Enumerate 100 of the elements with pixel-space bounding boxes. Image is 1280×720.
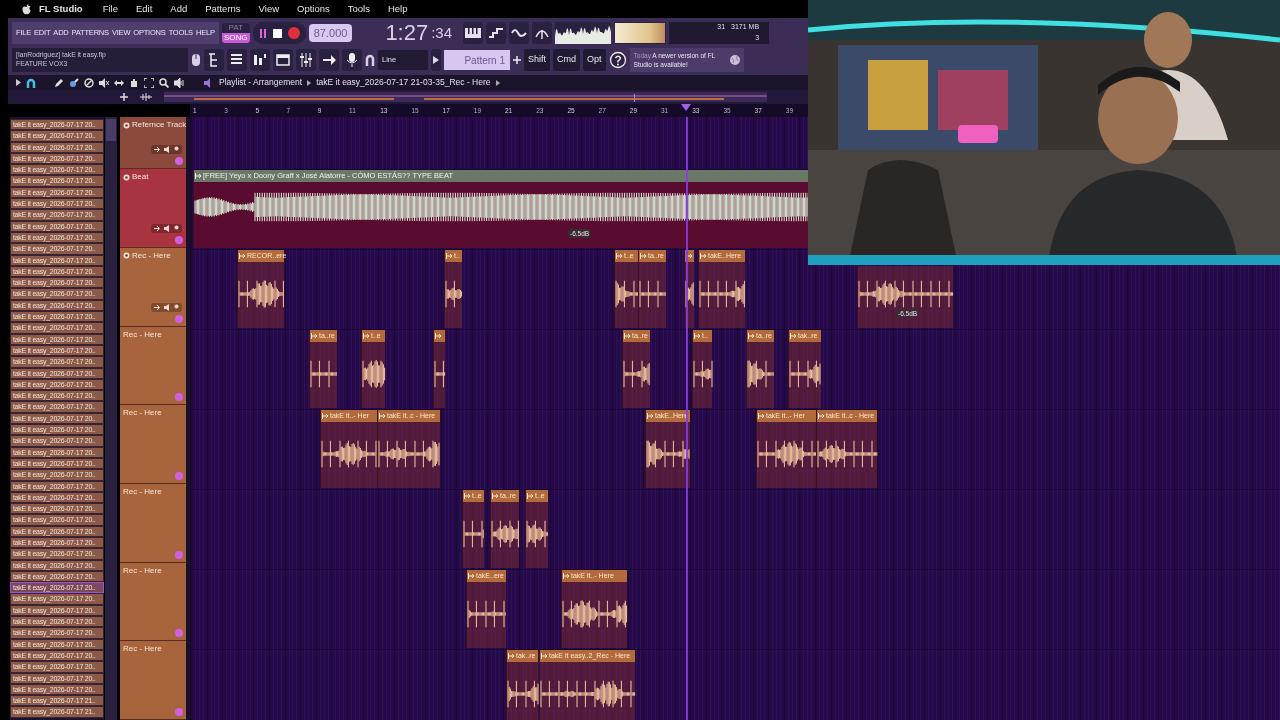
track-dot[interactable] [175,471,183,480]
track-dot[interactable] [175,550,183,559]
input-icon[interactable] [154,303,161,311]
chevron-icon [495,79,500,86]
radio-icon[interactable] [123,173,130,181]
volume-meter [614,22,667,44]
speaker-icon[interactable] [174,77,184,88]
mode-toggle[interactable]: SONG [221,33,250,43]
arrow-icon[interactable] [321,52,337,68]
record-dot-icon[interactable] [174,146,179,152]
time-seconds: :34 [431,23,453,43]
speaker-icon[interactable] [164,224,171,232]
app-menu[interactable]: FL Studio [39,1,83,17]
track-dot[interactable] [175,393,183,402]
input-icon[interactable] [154,224,161,232]
plus-icon[interactable] [513,56,521,64]
menu-item[interactable]: Tools [347,1,370,17]
bars-icon[interactable] [252,52,268,68]
pencil-icon[interactable] [54,77,64,88]
record-dot-icon[interactable] [174,303,179,309]
track-name: Rec - Here [123,643,162,656]
track-header[interactable]: Rec - Here [120,483,186,563]
breadcrumb-link[interactable]: takE it easy_2026-07-17 21-03-35_Rec - Here [316,76,491,89]
antenna-icon[interactable] [534,27,551,39]
window-icon[interactable] [275,52,291,68]
track-header[interactable]: Rec - Here [120,562,186,642]
menu-item[interactable]: Help [387,1,408,17]
waveform-drawing [491,520,520,548]
clip-icon [508,653,515,659]
menu-item[interactable]: Add [170,1,188,17]
radio-icon[interactable] [123,121,130,129]
modifier-key[interactable]: Shift [524,49,550,71]
playlist-title: Playlist - Arrangement [219,76,303,89]
help-icon[interactable] [608,51,627,69]
wave-icon[interactable] [140,93,152,101]
input-icon[interactable] [154,146,161,154]
track-header[interactable]: Refernce Track [120,117,186,170]
brush-icon[interactable] [69,77,79,88]
wave-icon[interactable] [511,27,528,39]
pattern-selector[interactable]: Pattern 1 [444,50,510,70]
track-name: Rec - Here [132,249,171,262]
slip-icon[interactable] [114,77,124,88]
play-arrow-icon[interactable] [433,56,439,64]
modifier-key[interactable]: Opt [583,49,606,71]
menu-item[interactable]: Edit [135,1,153,17]
tempo-field[interactable]: 87.000 [308,24,353,42]
waveform-drawing [623,360,651,388]
audio-clip[interactable] [433,330,445,408]
track-header[interactable]: Rec - Here [120,641,186,720]
magnet-icon[interactable] [365,54,375,66]
mute-icon[interactable] [99,77,109,88]
time-display: 1:27 [385,22,429,44]
track-dot[interactable] [175,235,183,244]
menu-item[interactable]: Patterns [205,1,241,17]
plus-icon[interactable] [120,93,128,101]
waveform-drawing [362,360,386,388]
track-header[interactable]: Rec - Here [120,405,186,484]
microphone-icon[interactable] [344,52,360,68]
track-dot[interactable] [175,157,183,166]
waveform-drawing [699,280,746,308]
waveform-drawing [378,440,441,468]
stop-icon[interactable] [272,28,282,38]
clip-icon [700,253,707,259]
track-name: Rec - Here [123,328,162,341]
track-header[interactable]: Rec - Here [120,247,186,327]
expand-icon[interactable] [16,79,21,86]
speaker-icon[interactable] [164,146,171,154]
radio-icon[interactable] [123,252,130,260]
modifier-key[interactable]: Cmd [553,49,581,71]
apple-icon[interactable] [22,3,31,15]
mouse-icon [191,53,201,67]
clip-icon [527,493,534,499]
track-header[interactable]: Rec - Here [120,326,186,406]
record-dot-icon[interactable] [174,224,179,230]
magnet-icon[interactable] [26,77,36,88]
mode-toggle[interactable]: PAT [221,23,250,33]
mixer-icon[interactable] [298,52,314,68]
track-dot[interactable] [175,629,183,638]
menu-item[interactable]: File [102,1,118,17]
scrollbar-thumb[interactable] [106,119,116,141]
select-icon[interactable] [144,77,154,88]
no-icon[interactable] [84,77,94,88]
hand-icon[interactable] [129,77,139,88]
record-icon[interactable] [287,27,300,39]
menu-item[interactable]: Options [297,1,330,17]
menu-item[interactable]: View [258,1,280,17]
clip-icon [616,253,623,259]
waveform-drawing [445,280,463,308]
clip-icon [640,253,647,259]
globe-icon[interactable] [729,55,740,65]
track-dot[interactable] [175,707,183,716]
step-icon[interactable] [488,27,505,39]
track-dot[interactable] [175,314,183,323]
zoom-icon[interactable] [159,77,169,88]
waveform-drawing [310,360,338,388]
clip-icon [464,493,471,499]
pause-icon[interactable] [258,28,267,38]
chevron-icon [307,79,312,86]
keyboard-icon[interactable] [465,28,482,38]
track-header[interactable]: Beat [120,169,186,248]
